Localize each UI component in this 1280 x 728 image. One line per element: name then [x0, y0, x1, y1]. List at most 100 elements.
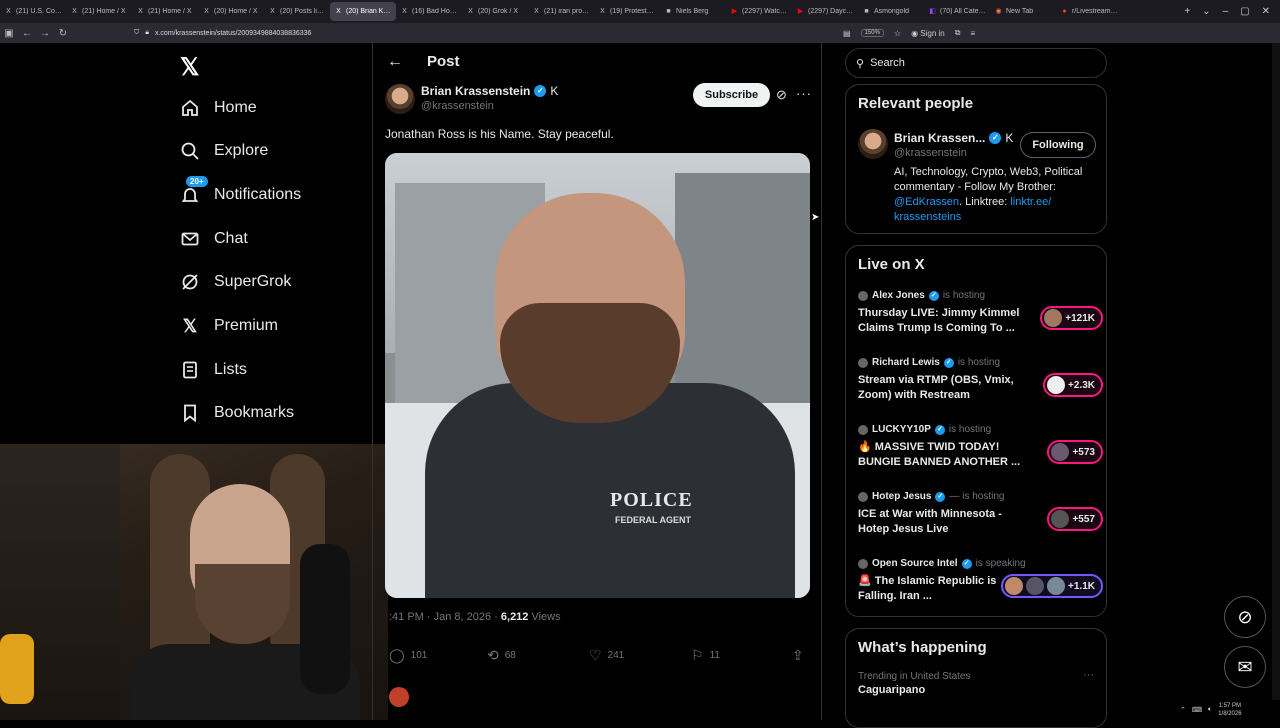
volume-icon[interactable]: 🔈︎	[1208, 706, 1212, 714]
browser-tab[interactable]: ◧ (70) All Categorie	[924, 2, 990, 21]
browser-tab[interactable]: X (21) Home / X	[132, 2, 198, 21]
listeners-pill[interactable]: +573	[1047, 440, 1103, 464]
post-time[interactable]: :41 PM · Jan 8, 2026 ·	[389, 611, 501, 623]
relevant-person-avatar[interactable]	[858, 129, 888, 159]
network-icon[interactable]: ⌨	[1192, 706, 1202, 714]
search-input[interactable]	[870, 57, 1071, 69]
sidebar-toggle-icon[interactable]: ▣	[0, 28, 18, 39]
nav-explore[interactable]: Explore	[180, 141, 268, 161]
lock-icon[interactable]: 🔒︎	[145, 29, 149, 37]
live-item[interactable]: Open Source Intel ✓ is speaking 🚨 The Isla…	[858, 558, 1103, 604]
back-button[interactable]: ←	[18, 28, 36, 39]
nav-lists[interactable]: Lists	[180, 360, 247, 380]
tray-chevron-icon[interactable]: ⌃	[1180, 706, 1186, 714]
maximize-button[interactable]: ▢	[1240, 6, 1249, 17]
browser-tab[interactable]: X (19) Protests Sur	[594, 2, 660, 21]
author-handle[interactable]: @krassenstein	[421, 100, 494, 112]
clock-time: 1:57 PM	[1218, 703, 1242, 709]
nav-chat[interactable]: Chat	[180, 229, 248, 249]
browser-tab[interactable]: X (20) Brian Kras	[330, 2, 396, 21]
browser-tab[interactable]: ■ Niels Berg	[660, 2, 726, 21]
listeners-pill[interactable]: +1.1K	[1001, 574, 1103, 598]
grok-icon[interactable]: ⊘	[776, 87, 787, 103]
browser-tab[interactable]: ● r/LivestreamFail	[1056, 2, 1122, 21]
trend-name[interactable]: Caguaripano	[858, 684, 925, 696]
system-clock[interactable]: 1:57 PM 1/8/2026	[1218, 702, 1241, 718]
browser-tab-bar: X (21) U.S. Coast G X (21) Home / X X (21) Ho…	[0, 0, 1280, 23]
browser-tab[interactable]: X (20) Home / X	[198, 2, 264, 21]
url-text[interactable]: x.com/krassenstein/status/20093498840388…	[155, 30, 311, 37]
author-avatar[interactable]	[385, 84, 415, 114]
browser-tab[interactable]: ▶ (2297) Watch las	[726, 2, 792, 21]
minimize-button[interactable]: –	[1223, 6, 1229, 17]
browser-tab[interactable]: X (20) Grok / X	[462, 2, 528, 21]
signin-button[interactable]: ◉ Sign in	[911, 29, 945, 38]
forward-button[interactable]: →	[36, 28, 54, 39]
live-item[interactable]: Richard Lewis ✓ is hosting Stream via RTMP…	[858, 357, 1103, 403]
generic-icon: ■	[666, 8, 671, 15]
share-button[interactable]: ⇪	[792, 647, 804, 664]
messages-fab-button[interactable]: ✉	[1224, 646, 1266, 688]
browser-tab[interactable]: X (21) iran protest	[528, 2, 594, 21]
nav-explore-label: Explore	[214, 142, 269, 159]
bookmark-star-icon[interactable]: ☆	[894, 29, 901, 38]
verified-badge-icon: ✓	[989, 132, 1002, 144]
browser-tab[interactable]: X (21) Home / X	[66, 2, 132, 21]
browser-tab[interactable]: ◉ New Tab	[990, 2, 1056, 21]
reload-button[interactable]: ↻	[54, 28, 72, 39]
nav-supergrok[interactable]: SuperGrok	[180, 272, 291, 292]
nav-bookmarks[interactable]: Bookmarks	[180, 403, 294, 423]
relevant-person-handle[interactable]: @krassenstein	[894, 147, 967, 159]
whats-happening-card: What’s happening Trending in United Stat…	[845, 628, 1107, 728]
listener-avatar	[1047, 577, 1066, 595]
subscribe-button[interactable]: Subscribe	[693, 83, 770, 107]
live-item[interactable]: LUCKYY10P ✓ is hosting 🔥 MASSIVE TWID TODA…	[858, 424, 1103, 470]
grok-fab-button[interactable]: ⊘	[1224, 596, 1266, 638]
back-arrow-icon[interactable]: ←	[387, 53, 403, 71]
browser-tab[interactable]: X (21) U.S. Coast G	[0, 2, 66, 21]
reader-icon[interactable]: ▤	[843, 29, 851, 38]
search-box[interactable]: ⚲	[845, 48, 1107, 78]
firefox-icon: ◉	[995, 8, 1002, 15]
browser-tab[interactable]: X (16) Bad Hombre	[396, 2, 462, 21]
new-tab-button[interactable]: +	[1184, 6, 1190, 17]
reply-button[interactable]: ◯ 101	[389, 647, 427, 664]
nav-notifications[interactable]: 20+ Notifications	[180, 176, 301, 205]
reply-avatar[interactable]	[389, 687, 409, 707]
browser-tab[interactable]: ▶ (2297) Daycare h	[792, 2, 858, 21]
browser-tab[interactable]: ■ Asmongold	[858, 2, 924, 21]
listener-avatar	[1047, 376, 1066, 394]
tab-list-chevron-icon[interactable]: ⌄	[1202, 6, 1210, 17]
close-window-button[interactable]: ✕	[1262, 6, 1270, 17]
relevant-person-name[interactable]: Brian Krassen... ✓ K	[894, 131, 1013, 145]
nav-premium[interactable]: 𝕏 Premium	[180, 316, 278, 336]
bio-mention-link[interactable]: @EdKrassen	[894, 196, 959, 208]
extensions-icon[interactable]: ⧉	[955, 28, 961, 38]
zoom-level[interactable]: 150%	[860, 29, 884, 37]
nav-home[interactable]: Home	[180, 98, 257, 118]
post-media-image[interactable]: POLICE FEDERAL AGENT	[385, 153, 810, 598]
live-item[interactable]: Alex Jones ✓ is hosting Thursday LIVE: Jim…	[858, 290, 1103, 336]
listeners-pill[interactable]: +557	[1047, 507, 1103, 531]
page-scrollbar[interactable]	[1272, 43, 1280, 700]
affiliate-k-icon: K	[1005, 131, 1014, 145]
live-item[interactable]: Hotep Jesus ✓ — is hosting ICE at War with…	[858, 491, 1103, 537]
bookmark-button[interactable]: ⚐ 11	[691, 647, 720, 664]
nav-supergrok-label: SuperGrok	[214, 273, 292, 290]
listeners-pill[interactable]: +2.3K	[1043, 373, 1103, 397]
trend-more-icon[interactable]: ···	[1083, 669, 1094, 681]
like-button[interactable]: ♡ 241	[589, 647, 624, 664]
nav-home-label: Home	[214, 99, 257, 116]
repost-button[interactable]: ⟲ 68	[487, 647, 516, 664]
more-options-icon[interactable]: ···	[796, 86, 812, 101]
browser-tab[interactable]: X (20) Posts liked b	[264, 2, 330, 21]
x-logo-icon: X	[72, 8, 77, 15]
mail-icon: ✉	[1237, 656, 1253, 677]
shield-icon[interactable]: ⛉	[134, 29, 139, 37]
following-button[interactable]: Following	[1020, 132, 1096, 158]
menu-icon[interactable]: ≡	[970, 29, 975, 38]
author-name[interactable]: Brian Krassenstein ✓ K	[421, 84, 558, 98]
listeners-pill[interactable]: +121K	[1040, 306, 1103, 330]
listener-avatar	[1051, 510, 1070, 528]
x-logo-icon[interactable]: 𝕏	[180, 53, 199, 82]
